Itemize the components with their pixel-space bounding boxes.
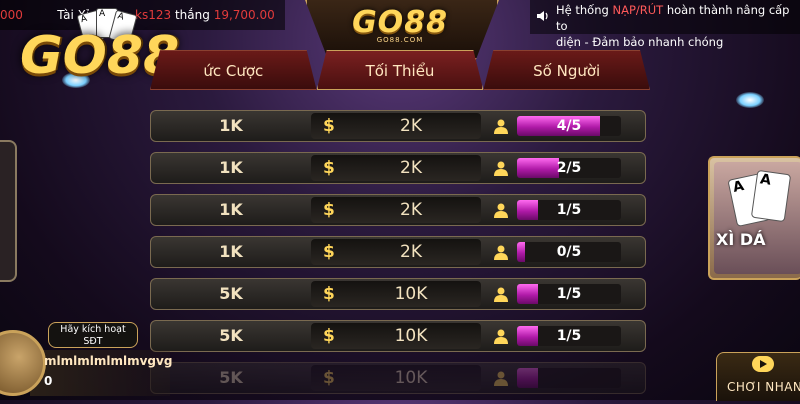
person-icon bbox=[494, 287, 508, 302]
player-progress-bar bbox=[517, 368, 621, 388]
speaker-icon bbox=[537, 11, 548, 21]
row-players: 2/5 bbox=[556, 160, 582, 176]
table-row[interactable]: 1K $ 2K 4/5 bbox=[150, 110, 646, 142]
system-notice: Hệ thống NẠP/RÚT hoàn thành nâng cấp to … bbox=[530, 0, 800, 49]
row-players: 1/5 bbox=[556, 328, 582, 344]
username: mlmlmlmlmlmvgvg bbox=[44, 354, 173, 368]
stage-light-right bbox=[736, 92, 764, 108]
row-min: 2K bbox=[400, 200, 422, 220]
play-icon bbox=[752, 356, 774, 372]
row-bet: 1K bbox=[219, 116, 243, 135]
row-min: 10K bbox=[394, 284, 428, 304]
left-side-panel[interactable] bbox=[0, 140, 17, 282]
table-list: 1K $ 2K 4/5 1K $ 2K 2/5 1K $ 2K 1/5 1K $… bbox=[150, 110, 646, 404]
row-min: 2K bbox=[400, 116, 422, 136]
row-players: 4/5 bbox=[556, 118, 582, 134]
row-bet: 5K bbox=[219, 284, 243, 303]
table-row[interactable]: 5K $ 10K bbox=[150, 362, 646, 394]
game-lobby: 000 Tài Xỉ ks123 thắng 19,700.00 A A A G… bbox=[0, 0, 800, 401]
notice-line2: diện - Đảm bảo nhanh chóng bbox=[556, 35, 724, 49]
row-bet: 5K bbox=[219, 326, 243, 345]
side-card-label: XÌ DÁ bbox=[716, 230, 766, 249]
dollar-icon: $ bbox=[323, 242, 335, 262]
row-min-box: $ 10K bbox=[311, 365, 481, 391]
row-players: 1/5 bbox=[556, 286, 582, 302]
crest-logo: GO88 GO88.COM bbox=[345, 5, 455, 53]
row-players: 0/5 bbox=[556, 244, 582, 260]
person-icon bbox=[494, 245, 508, 260]
balance: 0 bbox=[44, 374, 53, 388]
row-min-box: $ 2K bbox=[311, 239, 481, 265]
dollar-icon: $ bbox=[323, 284, 335, 304]
dollar-icon: $ bbox=[323, 326, 335, 346]
dollar-icon: $ bbox=[323, 368, 335, 388]
tab-bet[interactable]: ức Cược bbox=[150, 50, 317, 90]
crest-logo-text: GO88 bbox=[352, 5, 448, 40]
row-bet: 1K bbox=[219, 158, 243, 177]
side-card-2: A bbox=[750, 169, 792, 223]
table-row[interactable]: 5K $ 10K 1/5 bbox=[150, 320, 646, 352]
row-min-box: $ 10K bbox=[311, 323, 481, 349]
row-min: 2K bbox=[400, 158, 422, 178]
person-icon bbox=[494, 203, 508, 218]
dollar-icon: $ bbox=[323, 200, 335, 220]
person-icon bbox=[494, 119, 508, 134]
row-min: 10K bbox=[394, 326, 428, 346]
row-min-box: $ 2K bbox=[311, 113, 481, 139]
table-row[interactable]: 1K $ 2K 0/5 bbox=[150, 236, 646, 268]
row-bet: 1K bbox=[219, 242, 243, 261]
notice-prefix: Hệ thống bbox=[556, 3, 613, 17]
person-icon bbox=[494, 329, 508, 344]
row-min: 10K bbox=[394, 368, 428, 388]
dollar-icon: $ bbox=[323, 116, 335, 136]
activate-line1: Hãy kích hoạt bbox=[60, 324, 126, 335]
row-min-box: $ 2K bbox=[311, 197, 481, 223]
play-label: CHƠI NHAN bbox=[727, 380, 800, 394]
table-row[interactable]: 1K $ 2K 1/5 bbox=[150, 194, 646, 226]
row-players: 1/5 bbox=[556, 202, 582, 218]
ticker-won-amount: 19,700.00 bbox=[213, 8, 275, 22]
person-icon bbox=[494, 371, 508, 386]
notice-highlight: NẠP/RÚT bbox=[612, 3, 664, 17]
row-min: 2K bbox=[400, 242, 422, 262]
side-game-card[interactable]: A A XÌ DÁ bbox=[708, 156, 800, 280]
tab-players[interactable]: Số Người bbox=[483, 50, 651, 90]
activate-phone-button[interactable]: Hãy kích hoạt SĐT bbox=[48, 322, 138, 348]
table-row[interactable]: 1K $ 2K 2/5 bbox=[150, 152, 646, 184]
activate-line2: SĐT bbox=[83, 336, 103, 347]
tab-minimum[interactable]: Tối Thiểu bbox=[316, 50, 484, 90]
person-icon bbox=[494, 161, 508, 176]
row-min-box: $ 2K bbox=[311, 155, 481, 181]
table-row[interactable]: 5K $ 10K 1/5 bbox=[150, 278, 646, 310]
column-header-tabs: ức Cược Tối Thiểu Số Người bbox=[150, 50, 651, 90]
row-bet: 1K bbox=[219, 200, 243, 219]
row-bet: 5K bbox=[219, 368, 243, 387]
row-min-box: $ 10K bbox=[311, 281, 481, 307]
dollar-icon: $ bbox=[323, 158, 335, 178]
player-progress-fill bbox=[517, 368, 538, 388]
